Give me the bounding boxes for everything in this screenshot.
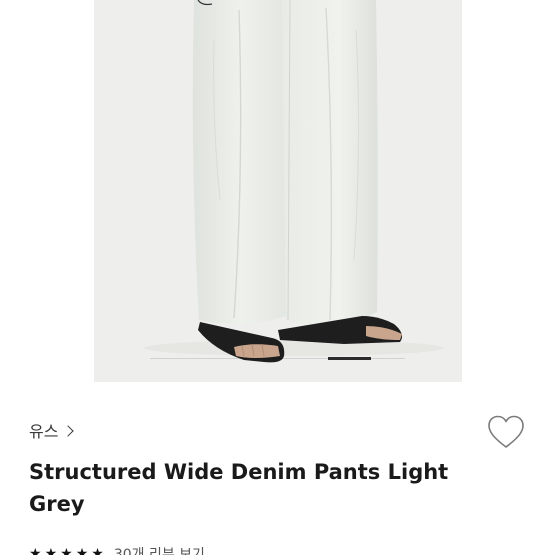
product-image-carousel[interactable] bbox=[94, 0, 462, 382]
product-title: Structured Wide Denim Pants Light Grey bbox=[29, 460, 449, 516]
star-icon: ★ bbox=[60, 546, 73, 555]
carousel-indicator bbox=[150, 357, 405, 360]
heart-outline-icon bbox=[488, 415, 524, 448]
star-icon: ★ bbox=[29, 546, 42, 555]
star-icon: ★ bbox=[75, 546, 89, 555]
brand-name: 유스 bbox=[29, 422, 59, 441]
wishlist-button[interactable] bbox=[486, 413, 526, 451]
rating-stars: ★ ★ ★ ★ ★ bbox=[29, 547, 104, 555]
carousel-indicator-fill bbox=[328, 357, 371, 360]
star-icon: ★ bbox=[44, 546, 58, 555]
reviews-link[interactable]: 30개 리뷰 보기 bbox=[114, 544, 205, 555]
product-detail-page: 유스 Structured Wide Denim Pants Light Gre… bbox=[0, 0, 555, 555]
product-photo bbox=[144, 0, 444, 363]
rating-row: ★ ★ ★ ★ ★ 30개 리뷰 보기 bbox=[29, 544, 205, 555]
chevron-right-icon bbox=[62, 424, 75, 437]
star-icon: ★ bbox=[91, 546, 104, 555]
brand-link[interactable]: 유스 bbox=[29, 418, 75, 442]
